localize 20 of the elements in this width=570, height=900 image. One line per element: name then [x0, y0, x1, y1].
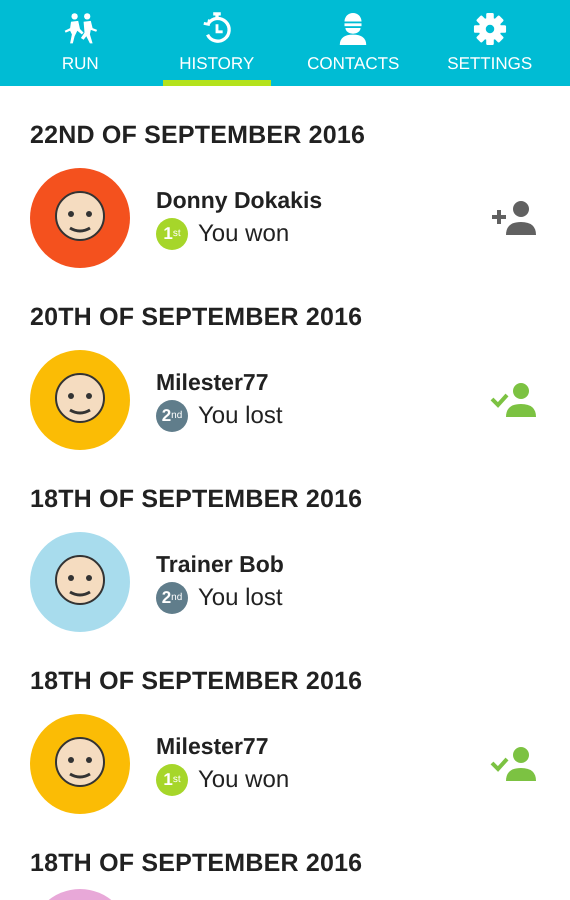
- opponent-name: Milester77: [156, 368, 270, 396]
- runners-icon: [62, 12, 98, 46]
- tab[interactable]: SETTINGS: [422, 0, 558, 86]
- result-text: You lost: [198, 584, 283, 612]
- result-text: You won: [198, 220, 290, 248]
- tab[interactable]: RUN: [12, 0, 148, 86]
- tab[interactable]: HISTORY: [148, 0, 285, 86]
- tab[interactable]: CONTACTS: [285, 0, 422, 86]
- settings-icon: [472, 12, 508, 46]
- date-heading: 20TH OF SEPTEMBER 2016: [30, 302, 364, 333]
- date-heading: 18TH OF SEPTEMBER 2016: [30, 848, 364, 879]
- opponent-name: Donny Dokakis: [156, 186, 324, 214]
- date-heading: 18TH OF SEPTEMBER 2016: [30, 484, 364, 515]
- date-heading: 18TH OF SEPTEMBER 2016: [30, 666, 364, 697]
- add-person-icon[interactable]: [490, 200, 538, 236]
- result-text: You lost: [198, 402, 283, 430]
- opponent-name: Milester77: [156, 732, 270, 760]
- opponent-name: Trainer Bob: [156, 550, 285, 578]
- result-text: You won: [198, 766, 290, 794]
- date-heading: 22ND OF SEPTEMBER 2016: [30, 120, 366, 151]
